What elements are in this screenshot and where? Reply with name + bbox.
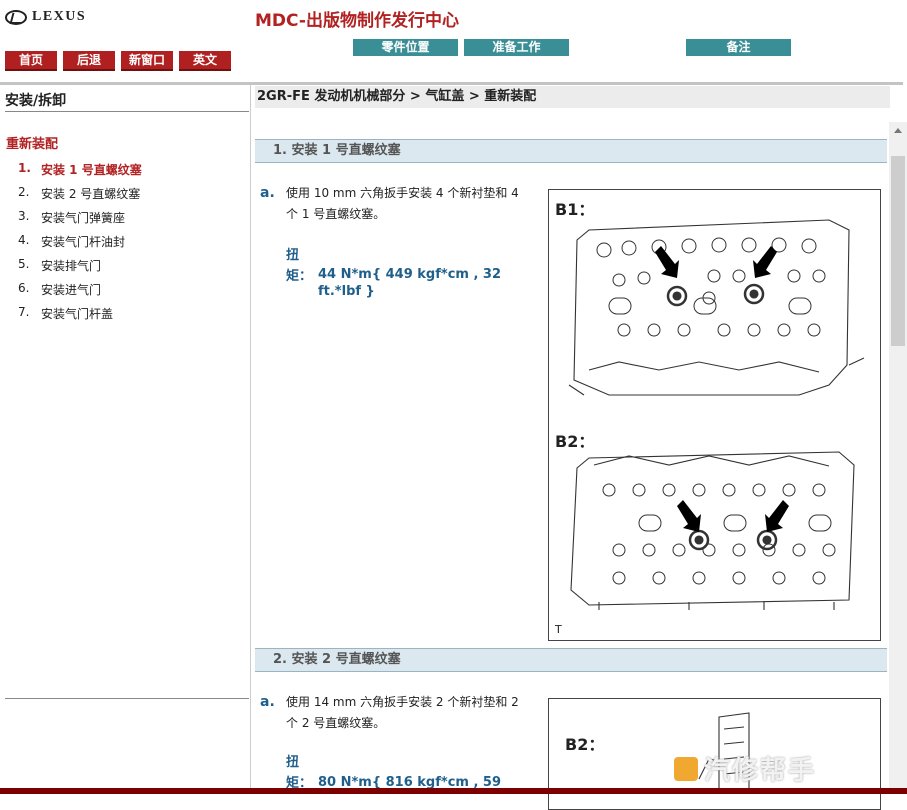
content-scrollbar[interactable] xyxy=(889,122,907,794)
sidebar-item-label: 安装气门杆油封 xyxy=(41,235,126,249)
item-number: 3. xyxy=(18,209,30,223)
sidebar-item[interactable]: 4. 安装气门杆油封 xyxy=(18,233,142,257)
lexus-emblem-icon xyxy=(5,9,27,25)
new-window-button[interactable]: 新窗口 xyxy=(121,51,173,71)
torque-label: 扭矩： xyxy=(286,248,313,284)
sidebar-list: 1. 安装 1 号直螺纹塞 2. 安装 2 号直螺纹塞 3. 安装气门弹簧座 4. 安装… xyxy=(18,161,142,329)
nav-button-group: 首页 后退 新窗口 英文 xyxy=(5,51,231,71)
sidebar-item[interactable]: 3. 安装气门弹簧座 xyxy=(18,209,142,233)
sidebar-item-label: 安装气门弹簧座 xyxy=(41,211,126,225)
step-heading: 1. 安装 1 号直螺纹塞 xyxy=(255,139,887,163)
step-heading: 2. 安装 2 号直螺纹塞 xyxy=(255,648,887,672)
sidebar-item[interactable]: 7. 安装气门杆盖 xyxy=(18,305,142,329)
tab-parts-location[interactable]: 零件位置 xyxy=(353,39,458,56)
home-button[interactable]: 首页 xyxy=(5,51,57,71)
substep-letter: a. xyxy=(260,694,275,710)
back-button[interactable]: 后退 xyxy=(63,51,115,71)
tab-notes[interactable]: 备注 xyxy=(686,39,791,56)
step-instruction: 使用 10 mm 六角扳手安装 4 个新衬垫和 4 个 1 号直螺纹塞。 xyxy=(286,186,519,221)
item-number: 7. xyxy=(18,305,30,319)
substep-letter: a. xyxy=(260,185,275,201)
item-number: 5. xyxy=(18,257,30,271)
item-number: 4. xyxy=(18,233,30,247)
step-instruction: 使用 14 mm 六角扳手安装 2 个新衬垫和 2 个 2 号直螺纹塞。 xyxy=(286,695,519,730)
sidebar-item-label: 安装排气门 xyxy=(41,259,102,273)
pane-divider[interactable] xyxy=(250,85,251,794)
item-number: 2. xyxy=(18,185,30,199)
sidebar-item[interactable]: 6. 安装进气门 xyxy=(18,281,142,305)
watermark-text: 汽修帮手 xyxy=(704,756,817,786)
sidebar-divider xyxy=(5,111,249,112)
torque-value: 44 N*m{ 449 kgf*cm , 32 ft.*lbf } xyxy=(318,267,502,299)
sidebar-item-label: 安装 1 号直螺纹塞 xyxy=(41,163,142,177)
site-title: MDC-出版物制作发行中心 xyxy=(255,11,459,31)
scrollbar-thumb[interactable] xyxy=(891,156,905,346)
sidebar-item-label: 安装 2 号直螺纹塞 xyxy=(41,187,141,201)
sidebar-item[interactable]: 5. 安装排气门 xyxy=(18,257,142,281)
footer-bar xyxy=(0,788,907,794)
watermark-logo-icon xyxy=(674,756,698,781)
brand-name: LEXUS xyxy=(32,9,87,24)
watermark: 汽修帮手 xyxy=(674,750,816,787)
sidebar-item[interactable]: 1. 安装 1 号直螺纹塞 xyxy=(18,161,142,185)
cylinder-head-drawing-icon xyxy=(568,219,865,610)
tab-preparation[interactable]: 准备工作 xyxy=(464,39,569,56)
item-number: 1. xyxy=(18,161,31,175)
sidebar-title: 安装/拆卸 xyxy=(5,93,67,109)
scroll-up-arrow-icon[interactable] xyxy=(889,122,907,138)
figure-plug-locations: B1： B2： T xyxy=(548,189,881,641)
english-button[interactable]: 英文 xyxy=(179,51,231,71)
sidebar-item[interactable]: 2. 安装 2 号直螺纹塞 xyxy=(18,185,142,209)
brand-logo: LEXUS xyxy=(5,9,86,25)
sidebar-item-label: 安装气门杆盖 xyxy=(41,307,114,321)
header-divider xyxy=(0,82,903,85)
sidebar-item-label: 安装进气门 xyxy=(41,283,102,297)
sidebar-bottom-divider xyxy=(5,698,249,699)
sidebar-section-title[interactable]: 重新装配 xyxy=(6,133,58,152)
item-number: 6. xyxy=(18,281,30,295)
breadcrumb: 2GR-FE 发动机机械部分 > 气缸盖 > 重新装配 xyxy=(255,86,890,108)
